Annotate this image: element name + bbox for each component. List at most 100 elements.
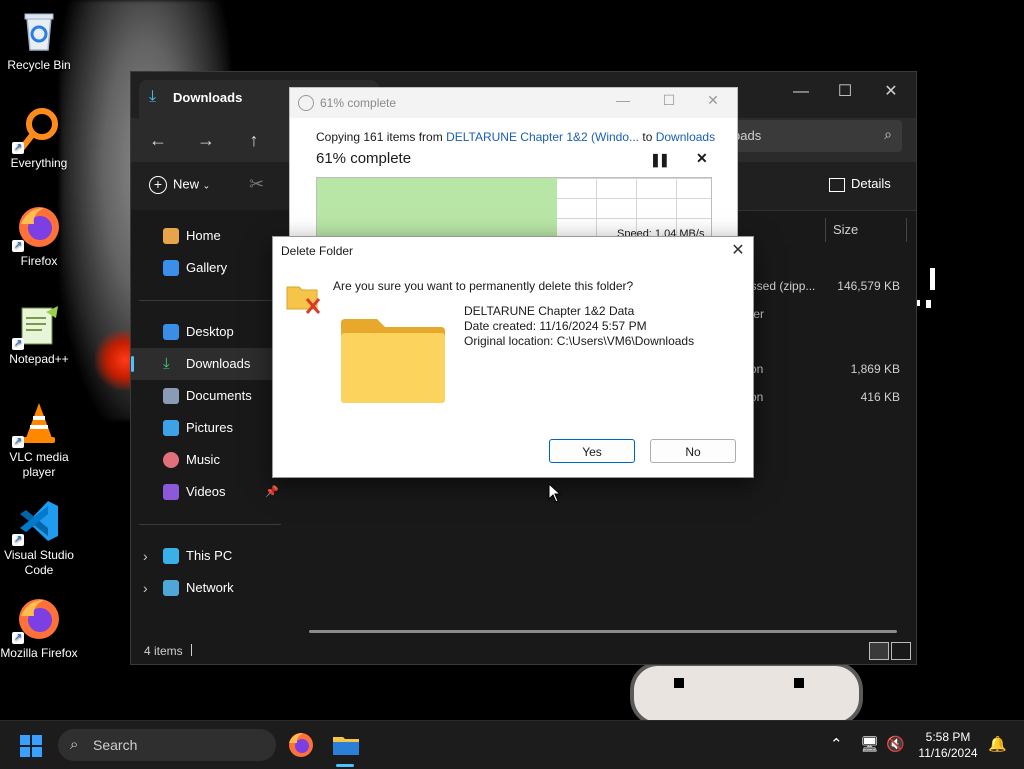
- column-separator[interactable]: [825, 218, 826, 242]
- chevron-right-icon[interactable]: ›: [143, 572, 148, 604]
- minimize-button[interactable]: —: [779, 78, 823, 106]
- cancel-copy-icon[interactable]: ✕: [696, 150, 708, 167]
- close-button[interactable]: ✕: [698, 92, 728, 109]
- search-icon: ⌕: [70, 736, 79, 753]
- cell-size: 146,579 KB: [837, 279, 900, 293]
- sidebar-label: Music: [186, 452, 220, 467]
- up-button[interactable]: ↑: [239, 126, 269, 154]
- desktop-icon-label: Visual Studio Code: [4, 548, 74, 577]
- large-icons-view-button[interactable]: [891, 642, 911, 660]
- close-button[interactable]: ✕: [869, 78, 913, 106]
- chevron-up-icon[interactable]: ⌃: [830, 735, 843, 753]
- sidebar-item-downloads[interactable]: ⤓ Downloads: [131, 348, 289, 380]
- wallpaper-pixel: [926, 300, 931, 308]
- desktop-icon-everything[interactable]: ↗ Everything: [0, 106, 78, 171]
- dialog-question: Are you sure you want to permanently del…: [333, 279, 634, 293]
- shortcut-arrow-icon: ↗: [12, 436, 24, 448]
- forward-button[interactable]: →: [191, 126, 221, 154]
- close-button[interactable]: ✕: [723, 237, 753, 265]
- sidebar-item-network[interactable]: › Network: [131, 572, 289, 604]
- documents-icon: [163, 388, 179, 404]
- pin-icon: 📌: [265, 486, 279, 498]
- firefox-icon: ↗: [12, 204, 62, 252]
- tab-title: Downloads: [173, 90, 243, 105]
- vlc-icon: ↗: [12, 400, 62, 448]
- status-bar: 4 items: [131, 638, 916, 664]
- copy-destination-link[interactable]: Downloads: [656, 130, 715, 144]
- sidebar-item-pictures[interactable]: Pictures: [131, 412, 289, 444]
- minimize-button[interactable]: —: [608, 92, 638, 108]
- cell-size: 1,869 KB: [850, 362, 900, 376]
- sidebar-divider: [139, 300, 281, 301]
- desktop-icon-vlc[interactable]: ↗ VLC media player: [0, 400, 78, 480]
- taskbar-file-explorer[interactable]: [330, 729, 362, 761]
- taskbar-clock[interactable]: 5:58 PM 11/16/2024: [914, 729, 982, 761]
- desktop-icon-mozilla-firefox[interactable]: ↗ Mozilla Firefox: [0, 596, 78, 661]
- firefox-icon: ↗: [12, 596, 62, 644]
- sidebar-divider: [139, 524, 281, 525]
- item-count: 4 items: [144, 644, 183, 658]
- sidebar-item-documents[interactable]: Documents: [131, 380, 289, 412]
- taskbar-firefox[interactable]: [285, 729, 317, 761]
- sidebar-item-music[interactable]: Music: [131, 444, 289, 476]
- new-button[interactable]: + New ⌄: [149, 176, 210, 194]
- yes-button[interactable]: Yes: [549, 439, 635, 463]
- sidebar-label: Downloads: [186, 356, 251, 371]
- status-divider: [191, 644, 192, 656]
- desktop-icon-recycle-bin[interactable]: Recycle Bin: [0, 8, 78, 73]
- sidebar-label: Videos: [186, 484, 226, 499]
- maximize-button[interactable]: ☐: [823, 78, 867, 106]
- desktop-icon-label: Everything: [10, 156, 68, 170]
- sidebar-item-videos[interactable]: Videos 📌: [131, 476, 289, 508]
- cell-size: 416 KB: [860, 390, 900, 404]
- details-pane-icon: [829, 177, 845, 192]
- back-button[interactable]: ←: [143, 126, 173, 154]
- pictures-icon: [163, 420, 179, 436]
- desktop-icon-label: Mozilla Firefox: [0, 646, 78, 660]
- sidebar-item-gallery[interactable]: Gallery: [131, 252, 289, 284]
- ghost-eye: [674, 678, 684, 688]
- sidebar-item-this-pc[interactable]: › This PC: [131, 540, 289, 572]
- horizontal-scrollbar[interactable]: [309, 630, 897, 633]
- navigation-pane: Home Gallery Desktop ⤓ Downloads Documen…: [131, 210, 289, 664]
- network-icon[interactable]: 🖥: [860, 735, 879, 753]
- cut-icon[interactable]: ✂: [249, 174, 264, 195]
- pause-icon[interactable]: ❚❚: [650, 152, 670, 168]
- windows-start-icon[interactable]: [20, 735, 42, 757]
- copy-prefix: Copying 161 items from: [316, 130, 447, 144]
- chevron-right-icon[interactable]: ›: [143, 540, 148, 572]
- notification-bell-icon[interactable]: 🔔: [988, 735, 1007, 753]
- active-app-indicator: [336, 764, 354, 767]
- ghost-eye: [794, 678, 804, 688]
- shortcut-arrow-icon: ↗: [12, 632, 24, 644]
- sidebar-label: Gallery: [186, 260, 228, 275]
- desktop-icon-label: VLC media player: [9, 450, 69, 479]
- download-icon: ⤓: [163, 355, 170, 372]
- gallery-icon: [163, 260, 179, 276]
- folder-icon: [333, 737, 359, 755]
- sidebar-item-home[interactable]: Home: [131, 220, 289, 252]
- copy-source-link[interactable]: DELTARUNE Chapter 1&2 (Windo...: [446, 130, 639, 144]
- music-icon: [163, 452, 179, 468]
- desktop-icon-vscode[interactable]: ↗ Visual Studio Code: [0, 498, 78, 578]
- folder-icon: [339, 319, 447, 405]
- no-button[interactable]: No: [650, 439, 736, 463]
- folder-location: Original location: C:\Users\VM6\Download…: [464, 334, 695, 348]
- maximize-button[interactable]: ☐: [654, 92, 684, 109]
- taskbar-search[interactable]: ⌕ Search: [58, 729, 276, 761]
- volume-muted-icon[interactable]: 🔇: [886, 735, 905, 753]
- search-label: Search: [93, 737, 138, 753]
- desktop-icon-notepad-plus-plus[interactable]: ↗ Notepad++: [0, 302, 78, 367]
- home-icon: [163, 228, 179, 244]
- desktop-icon-firefox[interactable]: ↗ Firefox: [0, 204, 78, 269]
- chevron-down-icon: ⌄: [202, 180, 211, 191]
- column-size[interactable]: Size: [833, 222, 858, 237]
- column-separator[interactable]: [906, 218, 907, 242]
- cell-type: essed (zipp...: [744, 279, 816, 293]
- details-view-button[interactable]: [869, 642, 889, 660]
- search-icon: ⌕: [884, 126, 892, 142]
- sidebar-item-desktop[interactable]: Desktop: [131, 316, 289, 348]
- details-button[interactable]: Details: [829, 176, 891, 192]
- new-label: New: [173, 176, 200, 192]
- search-input[interactable]: oads ⌕: [727, 120, 902, 152]
